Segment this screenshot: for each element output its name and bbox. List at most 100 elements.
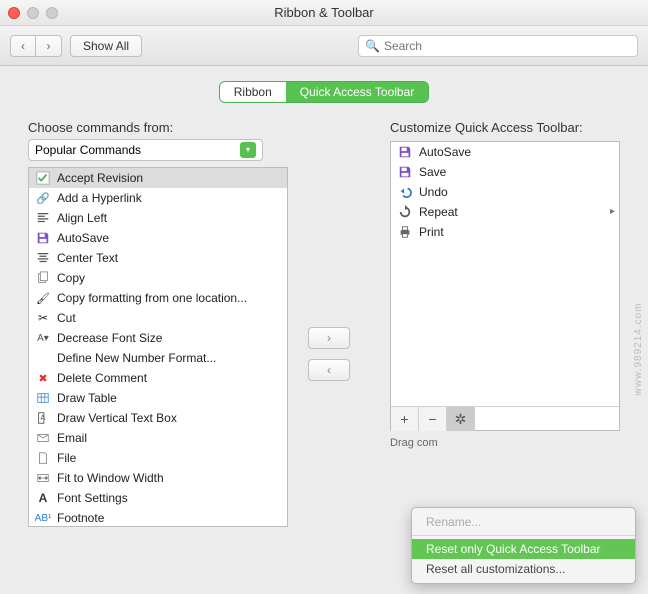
customize-qat-label: Customize Quick Access Toolbar: xyxy=(390,120,620,135)
search-input[interactable] xyxy=(384,39,631,53)
link-icon: 🔗 xyxy=(35,190,51,206)
qat-listbox[interactable]: AutoSave Save Undo Repeat Print ▸ + − ✲ xyxy=(390,141,620,431)
qat-item-label: Save xyxy=(419,165,446,179)
drag-hint-label: Drag com xyxy=(390,437,620,449)
tab-ribbon[interactable]: Ribbon xyxy=(220,82,286,102)
command-item[interactable]: Email xyxy=(29,428,287,448)
watermark-text: www.989214.com xyxy=(633,303,644,396)
command-item[interactable]: Draw Table xyxy=(29,388,287,408)
menu-item-reset-all[interactable]: Reset all customizations... xyxy=(412,559,635,579)
command-item[interactable]: 🔗 Add a Hyperlink xyxy=(29,188,287,208)
remove-item-button[interactable]: − xyxy=(419,407,447,431)
command-item[interactable]: Fit to Window Width xyxy=(29,468,287,488)
command-item[interactable]: Accept Revision xyxy=(29,168,287,188)
command-label: Footnote xyxy=(57,511,104,525)
qat-item-label: Repeat xyxy=(419,205,458,219)
command-label: Font Settings xyxy=(57,491,128,505)
table-icon xyxy=(35,390,51,406)
command-label: Delete Comment xyxy=(57,371,147,385)
zoom-window-button[interactable] xyxy=(46,7,58,19)
command-label: Accept Revision xyxy=(57,171,143,185)
command-item[interactable]: A▾Decrease Font Size xyxy=(29,328,287,348)
check-icon xyxy=(35,170,51,186)
command-item[interactable]: ✂Cut xyxy=(29,308,287,328)
save-icon xyxy=(397,164,413,180)
show-all-button[interactable]: Show All xyxy=(70,35,142,57)
qat-footer: + − ✲ xyxy=(391,406,619,430)
disclosure-triangle-icon[interactable]: ▸ xyxy=(610,206,615,217)
command-item[interactable]: Center Text xyxy=(29,248,287,268)
command-item[interactable]: AutoSave xyxy=(29,228,287,248)
chevron-right-icon: › xyxy=(327,331,331,345)
command-item[interactable]: ADraw Vertical Text Box xyxy=(29,408,287,428)
minus-icon: − xyxy=(428,411,436,427)
dropdown-arrow-icon: ▾ xyxy=(240,142,256,158)
command-item[interactable]: AB¹ Footnote xyxy=(29,508,287,527)
search-icon: 🔍 xyxy=(365,39,380,53)
command-item[interactable]: ✖ Delete Comment xyxy=(29,368,287,388)
plus-icon: + xyxy=(400,411,408,427)
command-label: AutoSave xyxy=(57,231,109,245)
add-command-button[interactable]: › xyxy=(308,327,350,349)
command-label: Copy xyxy=(57,271,85,285)
back-button[interactable]: ‹ xyxy=(10,35,36,57)
font-icon: A xyxy=(35,490,51,506)
segmented-control: Ribbon Quick Access Toolbar xyxy=(220,82,429,102)
add-item-button[interactable]: + xyxy=(391,407,419,431)
command-label: Draw Table xyxy=(57,391,117,405)
qat-item[interactable]: Undo xyxy=(391,182,619,202)
remove-command-button[interactable]: ‹ xyxy=(308,359,350,381)
command-label: File xyxy=(57,451,76,465)
forward-button[interactable]: › xyxy=(36,35,62,57)
titlebar: Ribbon & Toolbar xyxy=(0,0,648,26)
save-icon xyxy=(35,230,51,246)
actions-popup-menu: Rename... Reset only Quick Access Toolba… xyxy=(411,507,636,584)
chevron-left-icon: ‹ xyxy=(327,363,331,377)
print-icon xyxy=(397,224,413,240)
tab-quick-access-toolbar[interactable]: Quick Access Toolbar xyxy=(286,82,429,102)
actions-menu-button[interactable]: ✲ xyxy=(447,407,475,431)
minimize-window-button[interactable] xyxy=(27,7,39,19)
commands-source-dropdown[interactable]: Popular Commands ▾ xyxy=(28,139,263,161)
command-item[interactable]: File xyxy=(29,448,287,468)
command-label: Define New Number Format... xyxy=(57,351,216,365)
svg-text:A: A xyxy=(40,415,45,422)
menu-separator xyxy=(412,535,635,536)
menu-item-rename: Rename... xyxy=(412,512,635,532)
center-icon xyxy=(35,250,51,266)
window-title: Ribbon & Toolbar xyxy=(58,5,590,20)
command-label: Copy formatting from one location... xyxy=(57,291,247,305)
copy-icon xyxy=(35,270,51,286)
delete-icon: ✖ xyxy=(35,370,51,386)
menu-item-reset-qat[interactable]: Reset only Quick Access Toolbar xyxy=(412,539,635,559)
command-item[interactable]: Copy xyxy=(29,268,287,288)
footnote-icon: AB¹ xyxy=(35,510,51,526)
qat-item[interactable]: AutoSave xyxy=(391,142,619,162)
qat-item-label: AutoSave xyxy=(419,145,471,159)
command-item[interactable]: A Font Settings xyxy=(29,488,287,508)
gear-icon: ✲ xyxy=(455,411,467,428)
qat-item[interactable]: Repeat xyxy=(391,202,619,222)
cut-icon: ✂ xyxy=(35,310,51,326)
command-label: Decrease Font Size xyxy=(57,331,162,345)
command-item[interactable]: Align Left xyxy=(29,208,287,228)
preferences-toolbar: ‹ › Show All 🔍 xyxy=(0,26,648,66)
choose-commands-label: Choose commands from: xyxy=(28,120,288,135)
search-field-wrapper[interactable]: 🔍 xyxy=(358,35,638,57)
qat-item[interactable]: Save xyxy=(391,162,619,182)
save-icon xyxy=(397,144,413,160)
command-label: Add a Hyperlink xyxy=(57,191,142,205)
file-icon xyxy=(35,450,51,466)
command-label: Email xyxy=(57,431,87,445)
command-label: Center Text xyxy=(57,251,118,265)
command-item[interactable]: Define New Number Format... xyxy=(29,348,287,368)
qat-item-label: Print xyxy=(419,225,444,239)
command-label: Fit to Window Width xyxy=(57,471,164,485)
brush-icon: 🖌 xyxy=(35,290,51,306)
dropdown-value: Popular Commands xyxy=(35,143,141,157)
close-window-button[interactable] xyxy=(8,7,20,19)
chevron-right-icon: › xyxy=(47,39,51,53)
qat-item[interactable]: Print xyxy=(391,222,619,242)
command-item[interactable]: 🖌 Copy formatting from one location... xyxy=(29,288,287,308)
commands-listbox[interactable]: Accept Revision 🔗 Add a Hyperlink Align Lef… xyxy=(28,167,288,527)
